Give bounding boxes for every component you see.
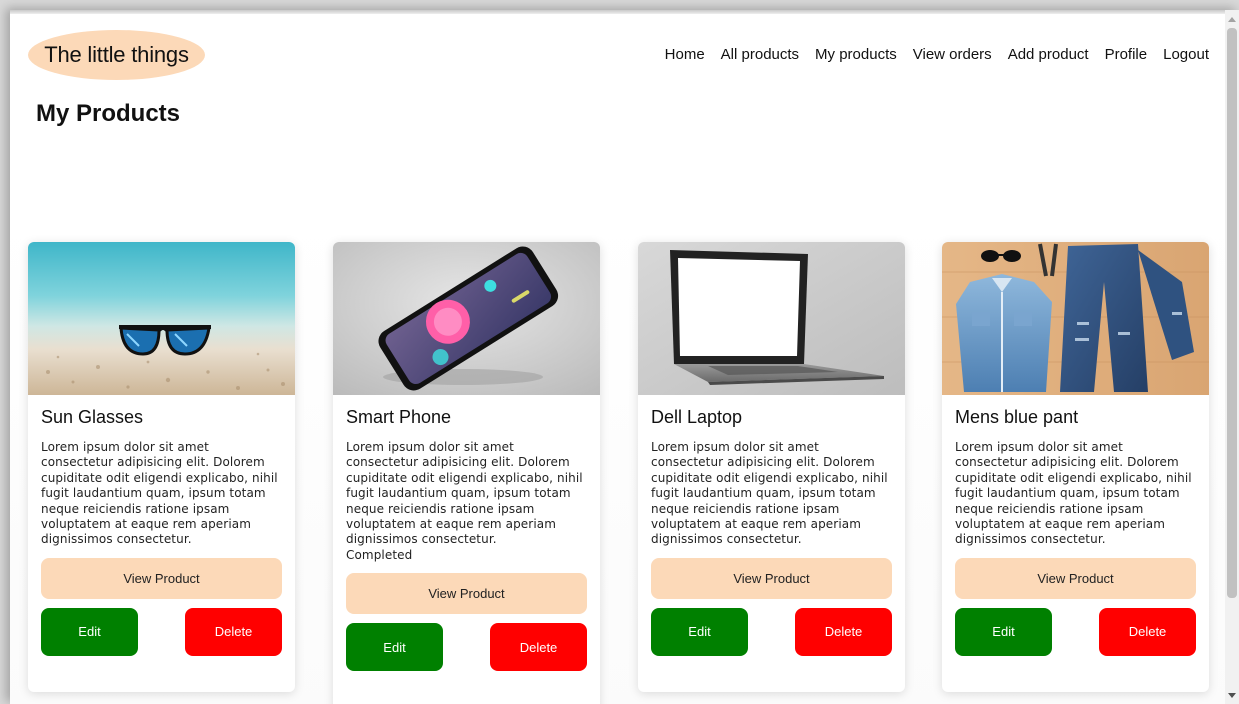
laptop-image	[638, 242, 905, 395]
product-image-sunglasses[interactable]	[28, 242, 295, 395]
nav-home[interactable]: Home	[665, 46, 705, 63]
product-image-smartphone[interactable]	[333, 242, 600, 395]
denim-image	[942, 242, 1209, 395]
nav-profile[interactable]: Profile	[1105, 46, 1148, 63]
action-row: Edit Delete	[955, 607, 1196, 656]
scrollbar-thumb[interactable]	[1227, 28, 1237, 598]
edit-button[interactable]: Edit	[651, 607, 748, 656]
delete-button[interactable]: Delete	[490, 623, 587, 672]
nav-all-products[interactable]: All products	[721, 46, 799, 63]
product-image-denim[interactable]	[942, 242, 1209, 395]
product-name: Sun Glasses	[41, 407, 144, 427]
product-description: Lorem ipsum dolor sit amet consectetur a…	[651, 440, 888, 547]
product-description: Lorem ipsum dolor sit amet consectetur a…	[41, 440, 278, 547]
nav-my-products[interactable]: My products	[815, 46, 897, 63]
product-status: Completed	[346, 547, 413, 562]
product-card: Mens blue pant Lorem ipsum dolor sit ame…	[942, 242, 1209, 692]
product-image-laptop[interactable]	[638, 242, 905, 395]
product-name: Dell Laptop	[651, 407, 743, 427]
nav-logout[interactable]: Logout	[1163, 46, 1209, 63]
product-card: Sun Glasses Lorem ipsum dolor sit amet c…	[28, 242, 295, 692]
edit-button[interactable]: Edit	[346, 623, 443, 672]
smartphone-image	[333, 242, 600, 395]
product-card: Dell Laptop Lorem ipsum dolor sit amet c…	[638, 242, 905, 692]
action-row: Edit Delete	[346, 623, 587, 672]
product-description: Lorem ipsum dolor sit amet consectetur a…	[346, 440, 583, 547]
delete-button[interactable]: Delete	[1099, 607, 1196, 656]
site-logo[interactable]: The little things	[28, 30, 205, 80]
view-product-button[interactable]: View Product	[346, 573, 587, 615]
browser-viewport: The little things Home All products My p…	[10, 10, 1239, 704]
product-name: Smart Phone	[346, 407, 452, 427]
scroll-down-arrow-icon[interactable]	[1228, 693, 1236, 698]
nav-view-orders[interactable]: View orders	[913, 46, 992, 63]
product-name: Mens blue pant	[955, 407, 1079, 427]
delete-button[interactable]: Delete	[185, 607, 282, 656]
action-row: Edit Delete	[651, 607, 892, 656]
scroll-up-arrow-icon[interactable]	[1228, 17, 1236, 22]
view-product-button[interactable]: View Product	[651, 557, 892, 599]
product-card: Smart Phone Lorem ipsum dolor sit amet c…	[333, 242, 600, 704]
delete-button[interactable]: Delete	[795, 607, 892, 656]
main-nav: Home All products My products View order…	[665, 46, 1209, 63]
vertical-scrollbar[interactable]	[1225, 10, 1239, 704]
view-product-button[interactable]: View Product	[41, 557, 282, 599]
product-description: Lorem ipsum dolor sit amet consectetur a…	[955, 440, 1192, 547]
page-title: My Products	[36, 100, 181, 127]
nav-add-product[interactable]: Add product	[1008, 46, 1089, 63]
view-product-button[interactable]: View Product	[955, 557, 1196, 599]
action-row: Edit Delete	[41, 607, 282, 656]
sunglasses-image	[28, 242, 295, 395]
edit-button[interactable]: Edit	[41, 607, 138, 656]
edit-button[interactable]: Edit	[955, 607, 1052, 656]
